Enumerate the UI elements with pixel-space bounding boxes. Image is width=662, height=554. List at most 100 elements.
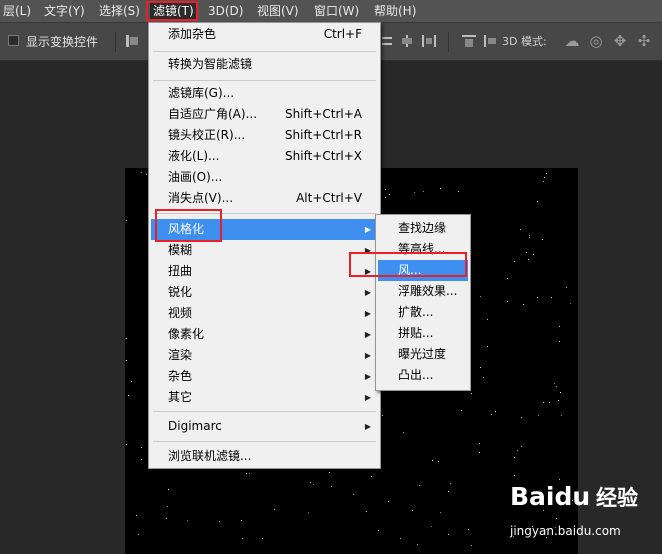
menu-item-other[interactable]: 其它 ▶	[151, 387, 378, 408]
star-dot	[274, 509, 275, 510]
submenu-arrow-icon: ▶	[364, 351, 371, 360]
star-dot	[448, 534, 449, 535]
star-dot	[491, 414, 492, 415]
star-dot	[385, 189, 386, 190]
submenu-item-emboss[interactable]: 浮雕效果...	[378, 281, 468, 302]
star-dot	[388, 501, 389, 502]
menu-bar: 层(L) 文字(Y) 选择(S) 滤镜(T) 3D(D) 视图(V) 窗口(W)…	[0, 0, 662, 23]
star-dot	[249, 473, 250, 474]
star-dot	[400, 538, 401, 539]
menu-item-video[interactable]: 视频 ▶	[151, 303, 378, 324]
star-dot	[514, 261, 515, 262]
star-dot	[528, 259, 529, 260]
star-dot	[521, 417, 522, 418]
menu-type[interactable]: 文字(Y)	[41, 3, 88, 20]
menu-view[interactable]: 视图(V)	[254, 3, 302, 20]
star-dot	[533, 254, 534, 255]
menu-layer[interactable]: 层(L)	[0, 3, 34, 20]
menu-select[interactable]: 选择(S)	[96, 3, 143, 20]
submenu-arrow-icon: ▶	[364, 288, 371, 297]
menu-item-lens-correction[interactable]: 镜头校正(R)... Shift+Ctrl+R	[151, 125, 378, 146]
menu-item-adaptive-wide-angle[interactable]: 自适应广角(A)... Shift+Ctrl+A	[151, 104, 378, 125]
star-dot	[353, 494, 354, 495]
star-dot	[166, 518, 167, 519]
menu-item-blur[interactable]: 模糊 ▶	[151, 240, 378, 261]
menu-3d[interactable]: 3D(D)	[205, 3, 246, 20]
menu-item-noise[interactable]: 杂色 ▶	[151, 366, 378, 387]
menu-item-liquify[interactable]: 液化(L)... Shift+Ctrl+X	[151, 146, 378, 167]
distribute-spacing-v-icon[interactable]	[484, 35, 498, 47]
submenu-item-diffuse[interactable]: 扩散...	[378, 302, 468, 323]
annotation-box-stylize	[155, 209, 222, 242]
3d-slide-icon[interactable]: ✣	[636, 33, 652, 49]
star-dot	[559, 326, 560, 327]
star-dot	[487, 346, 488, 347]
star-dot	[308, 512, 309, 513]
star-dot	[514, 457, 515, 458]
star-dot	[570, 303, 571, 304]
submenu-arrow-icon: ▶	[364, 422, 371, 431]
star-dot	[480, 296, 481, 297]
star-dot	[458, 191, 459, 192]
star-dot	[128, 395, 129, 396]
distribute-right-icon[interactable]	[422, 35, 436, 47]
submenu-arrow-icon: ▶	[364, 309, 371, 318]
star-dot	[141, 459, 142, 460]
star-dot	[448, 491, 449, 492]
menu-item-oil-paint[interactable]: 油画(O)...	[151, 167, 378, 188]
star-dot	[432, 460, 433, 461]
align-top-edges-icon[interactable]	[126, 35, 140, 47]
star-dot	[378, 530, 379, 531]
submenu-item-extrude[interactable]: 凸出...	[378, 365, 468, 386]
menu-item-convert-smart-filter[interactable]: 转换为智能滤镜	[151, 54, 378, 75]
star-dot	[431, 526, 432, 527]
star-dot	[468, 529, 469, 530]
annotation-box-wind	[349, 252, 467, 277]
star-dot	[495, 411, 496, 412]
star-dot	[479, 452, 480, 453]
menu-item-pixelate[interactable]: 像素化 ▶	[151, 324, 378, 345]
star-dot	[440, 512, 441, 513]
menu-item-digimarc[interactable]: Digimarc ▶	[151, 416, 378, 437]
filter-dropdown-menu: 添加杂色 Ctrl+F 转换为智能滤镜 滤镜库(G)... 自适应广角(A)...…	[148, 22, 381, 469]
star-dot	[450, 483, 451, 484]
star-dot	[558, 400, 559, 401]
star-dot	[313, 484, 314, 485]
menu-item-filter-gallery[interactable]: 滤镜库(G)...	[151, 83, 378, 104]
distribute-centers-icon[interactable]	[400, 35, 414, 47]
star-dot	[507, 278, 508, 279]
menu-help[interactable]: 帮助(H)	[371, 3, 419, 20]
menu-item-browse-filters-online[interactable]: 浏览联机滤镜...	[151, 446, 378, 467]
menu-item-last-filter[interactable]: 添加杂色 Ctrl+F	[151, 24, 378, 45]
star-dot	[440, 188, 441, 189]
star-dot	[554, 383, 555, 384]
watermark-brand: Baidu	[510, 482, 591, 511]
star-dot	[526, 252, 527, 253]
star-dot	[546, 173, 547, 174]
3d-roll-icon[interactable]: ◎	[588, 33, 604, 49]
menu-item-vanishing-point[interactable]: 消失点(V)... Alt+Ctrl+V	[151, 188, 378, 209]
star-dot	[141, 172, 142, 173]
star-dot	[146, 174, 147, 175]
star-dot	[219, 521, 220, 522]
menu-window[interactable]: 窗口(W)	[311, 3, 362, 20]
show-transform-controls-checkbox[interactable]	[8, 35, 19, 46]
star-dot	[559, 341, 560, 342]
watermark-url: jingyan.baidu.com	[510, 524, 621, 538]
menu-item-distort[interactable]: 扭曲 ▶	[151, 261, 378, 282]
distribute-spacing-h-icon[interactable]	[462, 35, 476, 47]
submenu-item-solarize[interactable]: 曝光过度	[378, 344, 468, 365]
submenu-item-find-edges[interactable]: 查找边缘	[378, 218, 468, 239]
3d-rotate-icon[interactable]: ☁	[564, 33, 580, 49]
menu-separator	[153, 80, 376, 81]
submenu-item-tiles[interactable]: 拼贴...	[378, 323, 468, 344]
menu-item-sharpen[interactable]: 锐化 ▶	[151, 282, 378, 303]
3d-drag-icon[interactable]: ✥	[612, 33, 628, 49]
menu-item-render[interactable]: 渲染 ▶	[151, 345, 378, 366]
distribute-vertical-icon[interactable]	[380, 35, 394, 47]
star-dot	[167, 506, 168, 507]
menu-separator	[153, 51, 376, 52]
star-dot	[371, 476, 372, 477]
star-dot	[419, 485, 420, 486]
star-dot	[168, 489, 169, 490]
